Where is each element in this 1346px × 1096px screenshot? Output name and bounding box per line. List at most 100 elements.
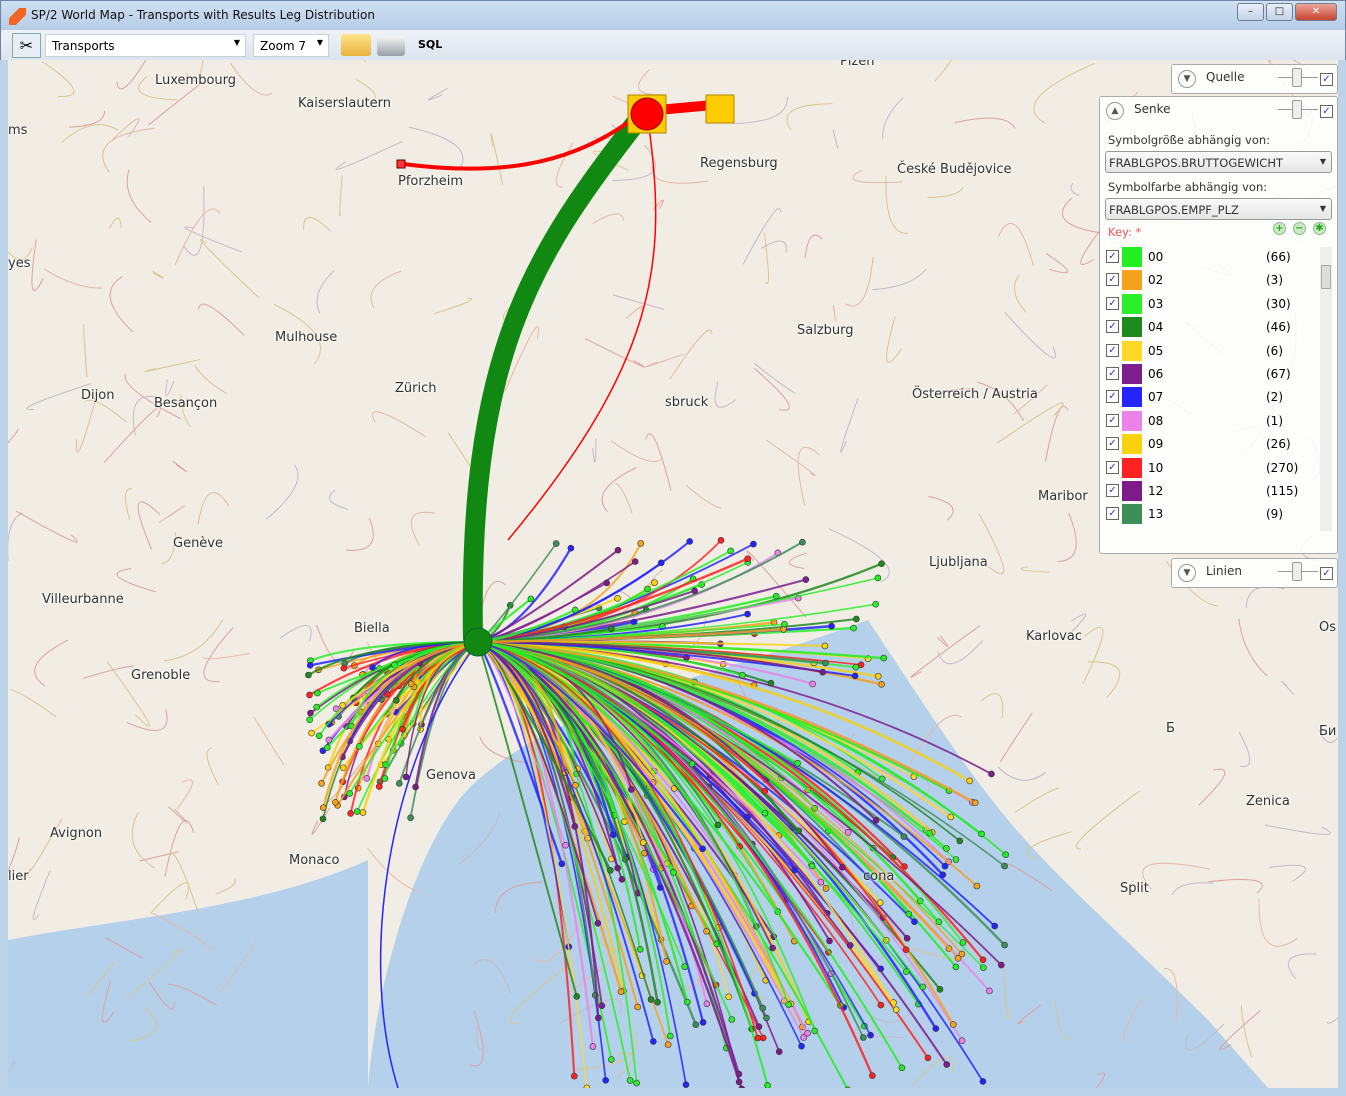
- quelle-visible-checkbox[interactable]: ✓: [1320, 73, 1333, 86]
- linien-visible-checkbox[interactable]: ✓: [1320, 567, 1333, 580]
- size-field-dropdown[interactable]: FRABLGPOS.BRUTTOGEWICHT ▼: [1105, 151, 1332, 173]
- legend-scrollbar[interactable]: [1320, 247, 1332, 531]
- legend-checkbox[interactable]: ✓: [1106, 484, 1119, 497]
- legend-checkbox[interactable]: ✓: [1106, 367, 1119, 380]
- senke-opacity-slider[interactable]: [1278, 100, 1318, 119]
- remove-icon[interactable]: −: [1293, 222, 1306, 235]
- road: [34, 639, 69, 687]
- color-label: Symbolfarbe abhängig von:: [1108, 180, 1268, 194]
- legend-checkbox[interactable]: ✓: [1106, 390, 1119, 404]
- sink-point: [339, 764, 347, 772]
- sink-point: [853, 615, 860, 623]
- road: [845, 256, 874, 307]
- chevron-down-icon[interactable]: ▼: [1178, 564, 1196, 582]
- sink-point: [780, 626, 787, 633]
- road: [183, 186, 205, 256]
- legend-checkbox[interactable]: ✓: [1106, 507, 1119, 521]
- road: [936, 635, 949, 648]
- legend-checkbox[interactable]: ✓: [1106, 460, 1119, 474]
- sink-point: [399, 725, 406, 733]
- sink-point: [935, 918, 943, 926]
- toolbar: ✂ Transports ▼ Zoom 7 ▼ SQL: [0, 30, 1346, 60]
- sink-point: [346, 790, 354, 797]
- road: [625, 305, 644, 319]
- quelle-opacity-slider[interactable]: [1278, 68, 1318, 87]
- sink-point: [959, 939, 967, 946]
- printer-icon[interactable]: [377, 36, 405, 56]
- sink-point: [1001, 862, 1008, 870]
- road: [714, 381, 736, 408]
- add-icon[interactable]: +: [1273, 222, 1286, 235]
- sink-point: [609, 831, 617, 839]
- layer-select[interactable]: Transports ▼: [45, 34, 246, 57]
- close-button[interactable]: ✕: [1295, 3, 1337, 21]
- sink-point: [305, 671, 312, 679]
- legend-row: ✓ 02 (3): [1106, 270, 1316, 292]
- sink-point: [775, 1048, 783, 1056]
- sink-point: [703, 1000, 711, 1008]
- road: [786, 103, 833, 131]
- folder-open-icon[interactable]: [341, 34, 371, 56]
- tools-icon[interactable]: ✂: [12, 33, 41, 58]
- chevron-up-icon[interactable]: ▲: [1106, 102, 1124, 120]
- legend-checkbox[interactable]: ✓: [1106, 273, 1119, 287]
- legend-code: 09: [1148, 437, 1164, 452]
- road: [555, 142, 574, 188]
- sink-point: [407, 814, 414, 822]
- senke-visible-checkbox[interactable]: ✓: [1320, 105, 1333, 118]
- sink-point: [657, 559, 665, 567]
- expand-all-icon[interactable]: ✱: [1313, 222, 1326, 235]
- minimize-button[interactable]: –: [1237, 3, 1264, 21]
- legend-count: (6): [1266, 343, 1283, 358]
- city-label: Monaco: [289, 853, 340, 868]
- sink-point: [900, 833, 908, 840]
- city-label: Genova: [426, 768, 476, 783]
- zoom-select[interactable]: Zoom 7 ▼: [253, 34, 329, 57]
- sink-point: [306, 691, 313, 699]
- road: [215, 877, 236, 895]
- sink-point: [594, 920, 602, 927]
- legend-checkbox[interactable]: ✓: [1106, 250, 1119, 263]
- sink-point: [359, 809, 367, 816]
- road: [765, 439, 816, 477]
- sink-point: [332, 798, 339, 806]
- road: [734, 96, 788, 125]
- color-field-dropdown[interactable]: FRABLGPOS.EMPF_PLZ ▼: [1105, 198, 1332, 220]
- road: [316, 269, 335, 314]
- sink-point: [892, 1006, 900, 1013]
- legend-checkbox[interactable]: ✓: [1106, 320, 1119, 334]
- sink-point: [878, 680, 885, 688]
- maximize-button[interactable]: □: [1266, 3, 1293, 21]
- road: [832, 129, 839, 149]
- chevron-down-icon[interactable]: ▼: [1178, 70, 1196, 88]
- road: [197, 492, 230, 525]
- legend-checkbox[interactable]: ✓: [1106, 343, 1119, 357]
- legend-checkbox[interactable]: ✓: [1106, 413, 1119, 427]
- sink-point: [325, 736, 333, 744]
- sink-point: [626, 1077, 634, 1084]
- sink-point: [905, 910, 913, 918]
- road: [103, 406, 161, 464]
- sql-button[interactable]: SQL: [418, 38, 442, 51]
- road: [41, 61, 75, 97]
- road: [43, 268, 103, 289]
- sink-point: [744, 610, 751, 618]
- city-label: Biella: [354, 621, 390, 636]
- legend-swatch: [1122, 387, 1142, 408]
- city-label: Grenoble: [131, 668, 191, 683]
- legend-checkbox[interactable]: ✓: [1106, 437, 1119, 451]
- map-view[interactable]: Luxembourg Kaiserslautern Plzen Regensbu…: [8, 60, 1338, 1088]
- road: [229, 62, 273, 96]
- road: [1058, 512, 1077, 563]
- legend-code: 12: [1148, 484, 1164, 498]
- legend-swatch: [1122, 434, 1142, 455]
- linien-opacity-slider[interactable]: [1278, 562, 1318, 581]
- sink-point: [898, 1064, 906, 1072]
- sink-point: [769, 944, 776, 952]
- legend-checkbox[interactable]: ✓: [1106, 296, 1119, 310]
- road: [83, 665, 135, 679]
- legend-swatch: [1122, 504, 1142, 525]
- road: [954, 117, 1016, 129]
- sink-point: [318, 780, 325, 787]
- sink-point: [800, 1034, 808, 1041]
